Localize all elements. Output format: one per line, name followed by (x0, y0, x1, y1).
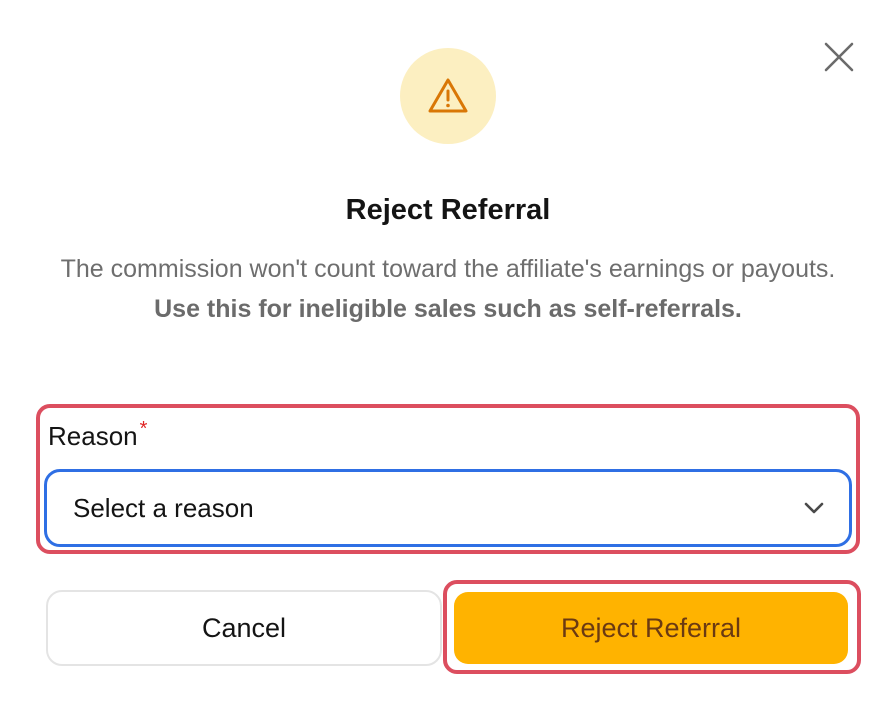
warning-triangle-icon (428, 78, 468, 113)
close-icon (824, 42, 854, 72)
close-button[interactable] (818, 36, 860, 78)
reason-label: Reason * (48, 418, 147, 457)
required-marker: * (139, 418, 148, 440)
reject-referral-button[interactable]: Reject Referral (454, 592, 848, 664)
reason-select[interactable]: Select a reason (44, 469, 852, 547)
reason-select-value: Select a reason (73, 492, 254, 523)
chevron-down-icon (801, 495, 827, 521)
reason-label-text: Reason (48, 421, 138, 451)
reject-referral-dialog: Reject Referral The commission won't cou… (0, 0, 896, 712)
description-emphasis: Use this for ineligible sales such as se… (154, 295, 742, 323)
warning-badge (400, 48, 496, 144)
dialog-description: The commission won't count toward the af… (48, 249, 848, 329)
dialog-title: Reject Referral (345, 194, 551, 226)
description-text: The commission won't count toward the af… (60, 255, 836, 283)
cancel-button[interactable]: Cancel (46, 590, 442, 666)
